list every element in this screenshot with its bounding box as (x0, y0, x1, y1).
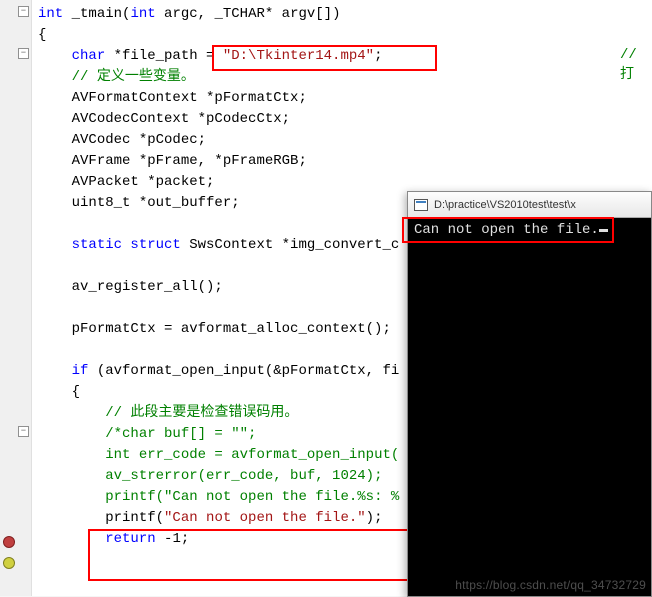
code-text: uint8_t *out_buffer; (72, 195, 240, 211)
code-text: -1; (156, 531, 190, 547)
keyword: return (105, 531, 155, 547)
console-icon (414, 199, 428, 211)
console-window[interactable]: D:\practice\VS2010test\test\x Can not op… (407, 191, 652, 597)
editor-gutter: − − − (0, 0, 32, 596)
code-text: _tmain( (63, 6, 130, 22)
code-text: { (72, 384, 80, 400)
code-text: ); (366, 510, 383, 526)
watermark: https://blog.csdn.net/qq_34732729 (455, 578, 646, 592)
code-text: AVPacket *packet; (72, 174, 215, 190)
comment: /*char buf[] = ""; (105, 426, 256, 442)
code-text: printf( (105, 510, 164, 526)
keyword: static struct (72, 237, 181, 253)
code-text: AVCodecContext *pCodecCtx; (72, 111, 290, 127)
code-text: { (38, 27, 46, 43)
comment: // 此段主要是检查错误码用。 (105, 405, 298, 421)
code-text: av_register_all(); (72, 279, 223, 295)
code-text: AVFormatContext *pFormatCtx; (72, 90, 307, 106)
breakpoint-marker[interactable] (3, 557, 15, 569)
comment: // 定义一些变量。 (72, 69, 195, 85)
code-text: argc, _TCHAR* argv[]) (156, 6, 341, 22)
string-literal: "D:\Tkinter14.mp4" (223, 48, 374, 64)
code-text: ; (374, 48, 382, 64)
comment: printf("Can not open the file.%s: % (105, 489, 399, 505)
fold-toggle[interactable]: − (18, 6, 29, 17)
code-text: AVFrame *pFrame, *pFrameRGB; (72, 153, 307, 169)
code-text: AVCodec *pCodec; (72, 132, 206, 148)
fold-toggle[interactable]: − (18, 48, 29, 59)
keyword: char (72, 48, 106, 64)
code-text: SwsContext *img_convert_c (181, 237, 399, 253)
keyword: int (38, 6, 63, 22)
keyword: if (72, 363, 89, 379)
code-text: pFormatCtx = avformat_alloc_context(); (72, 321, 391, 337)
comment: av_strerror(err_code, buf, 1024); (105, 468, 382, 484)
code-text: *file_path = (105, 48, 223, 64)
console-titlebar[interactable]: D:\practice\VS2010test\test\x (408, 192, 651, 218)
fold-toggle[interactable]: − (18, 426, 29, 437)
comment: // 打 (620, 47, 652, 83)
console-output: Can not open the file. (408, 218, 651, 242)
cursor (599, 229, 608, 232)
console-title: D:\practice\VS2010test\test\x (434, 199, 576, 211)
breakpoint-marker[interactable] (3, 536, 15, 548)
code-text: (avformat_open_input(&pFormatCtx, fi (88, 363, 399, 379)
comment: int err_code = avformat_open_input( (105, 447, 399, 463)
keyword: int (130, 6, 155, 22)
string-literal: "Can not open the file." (164, 510, 366, 526)
